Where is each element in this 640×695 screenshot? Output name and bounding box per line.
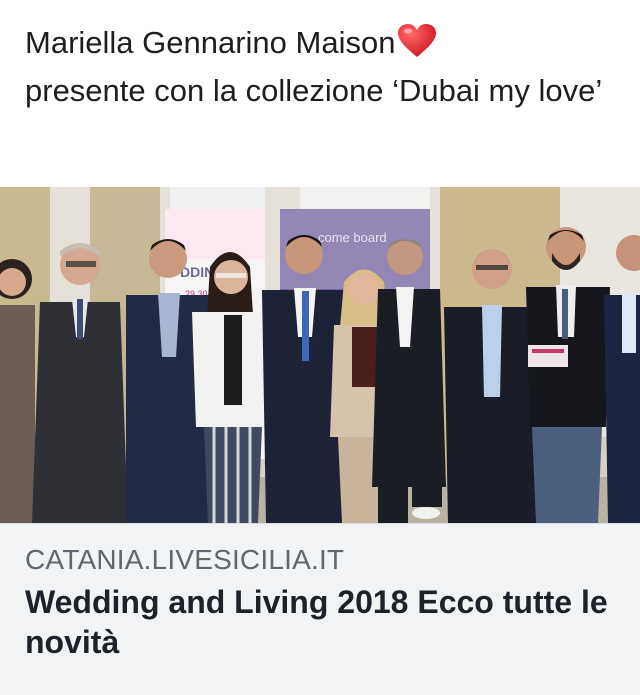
group-photo-image: DDING 29 30 30 come board (0, 187, 640, 523)
post-caption: Mariella Gennarino Maison presente con l… (25, 22, 615, 112)
post-caption-text-continued: presente con la collezione ‘Dubai my lov… (25, 73, 603, 108)
link-domain: CATANIA.LIVESICILIA.IT (25, 544, 345, 575)
banner-right-text: come board (318, 230, 387, 245)
link-title[interactable]: Wedding and Living 2018 Ecco tutte le no… (25, 582, 615, 662)
post-caption-text: Mariella Gennarino Maison (25, 25, 396, 60)
facebook-post: Mariella Gennarino Maison presente con l… (0, 0, 640, 695)
link-preview[interactable]: CATANIA.LIVESICILIA.IT Wedding and Livin… (0, 523, 640, 695)
post-photo[interactable]: DDING 29 30 30 come board (0, 187, 640, 523)
heart-icon (397, 23, 437, 70)
